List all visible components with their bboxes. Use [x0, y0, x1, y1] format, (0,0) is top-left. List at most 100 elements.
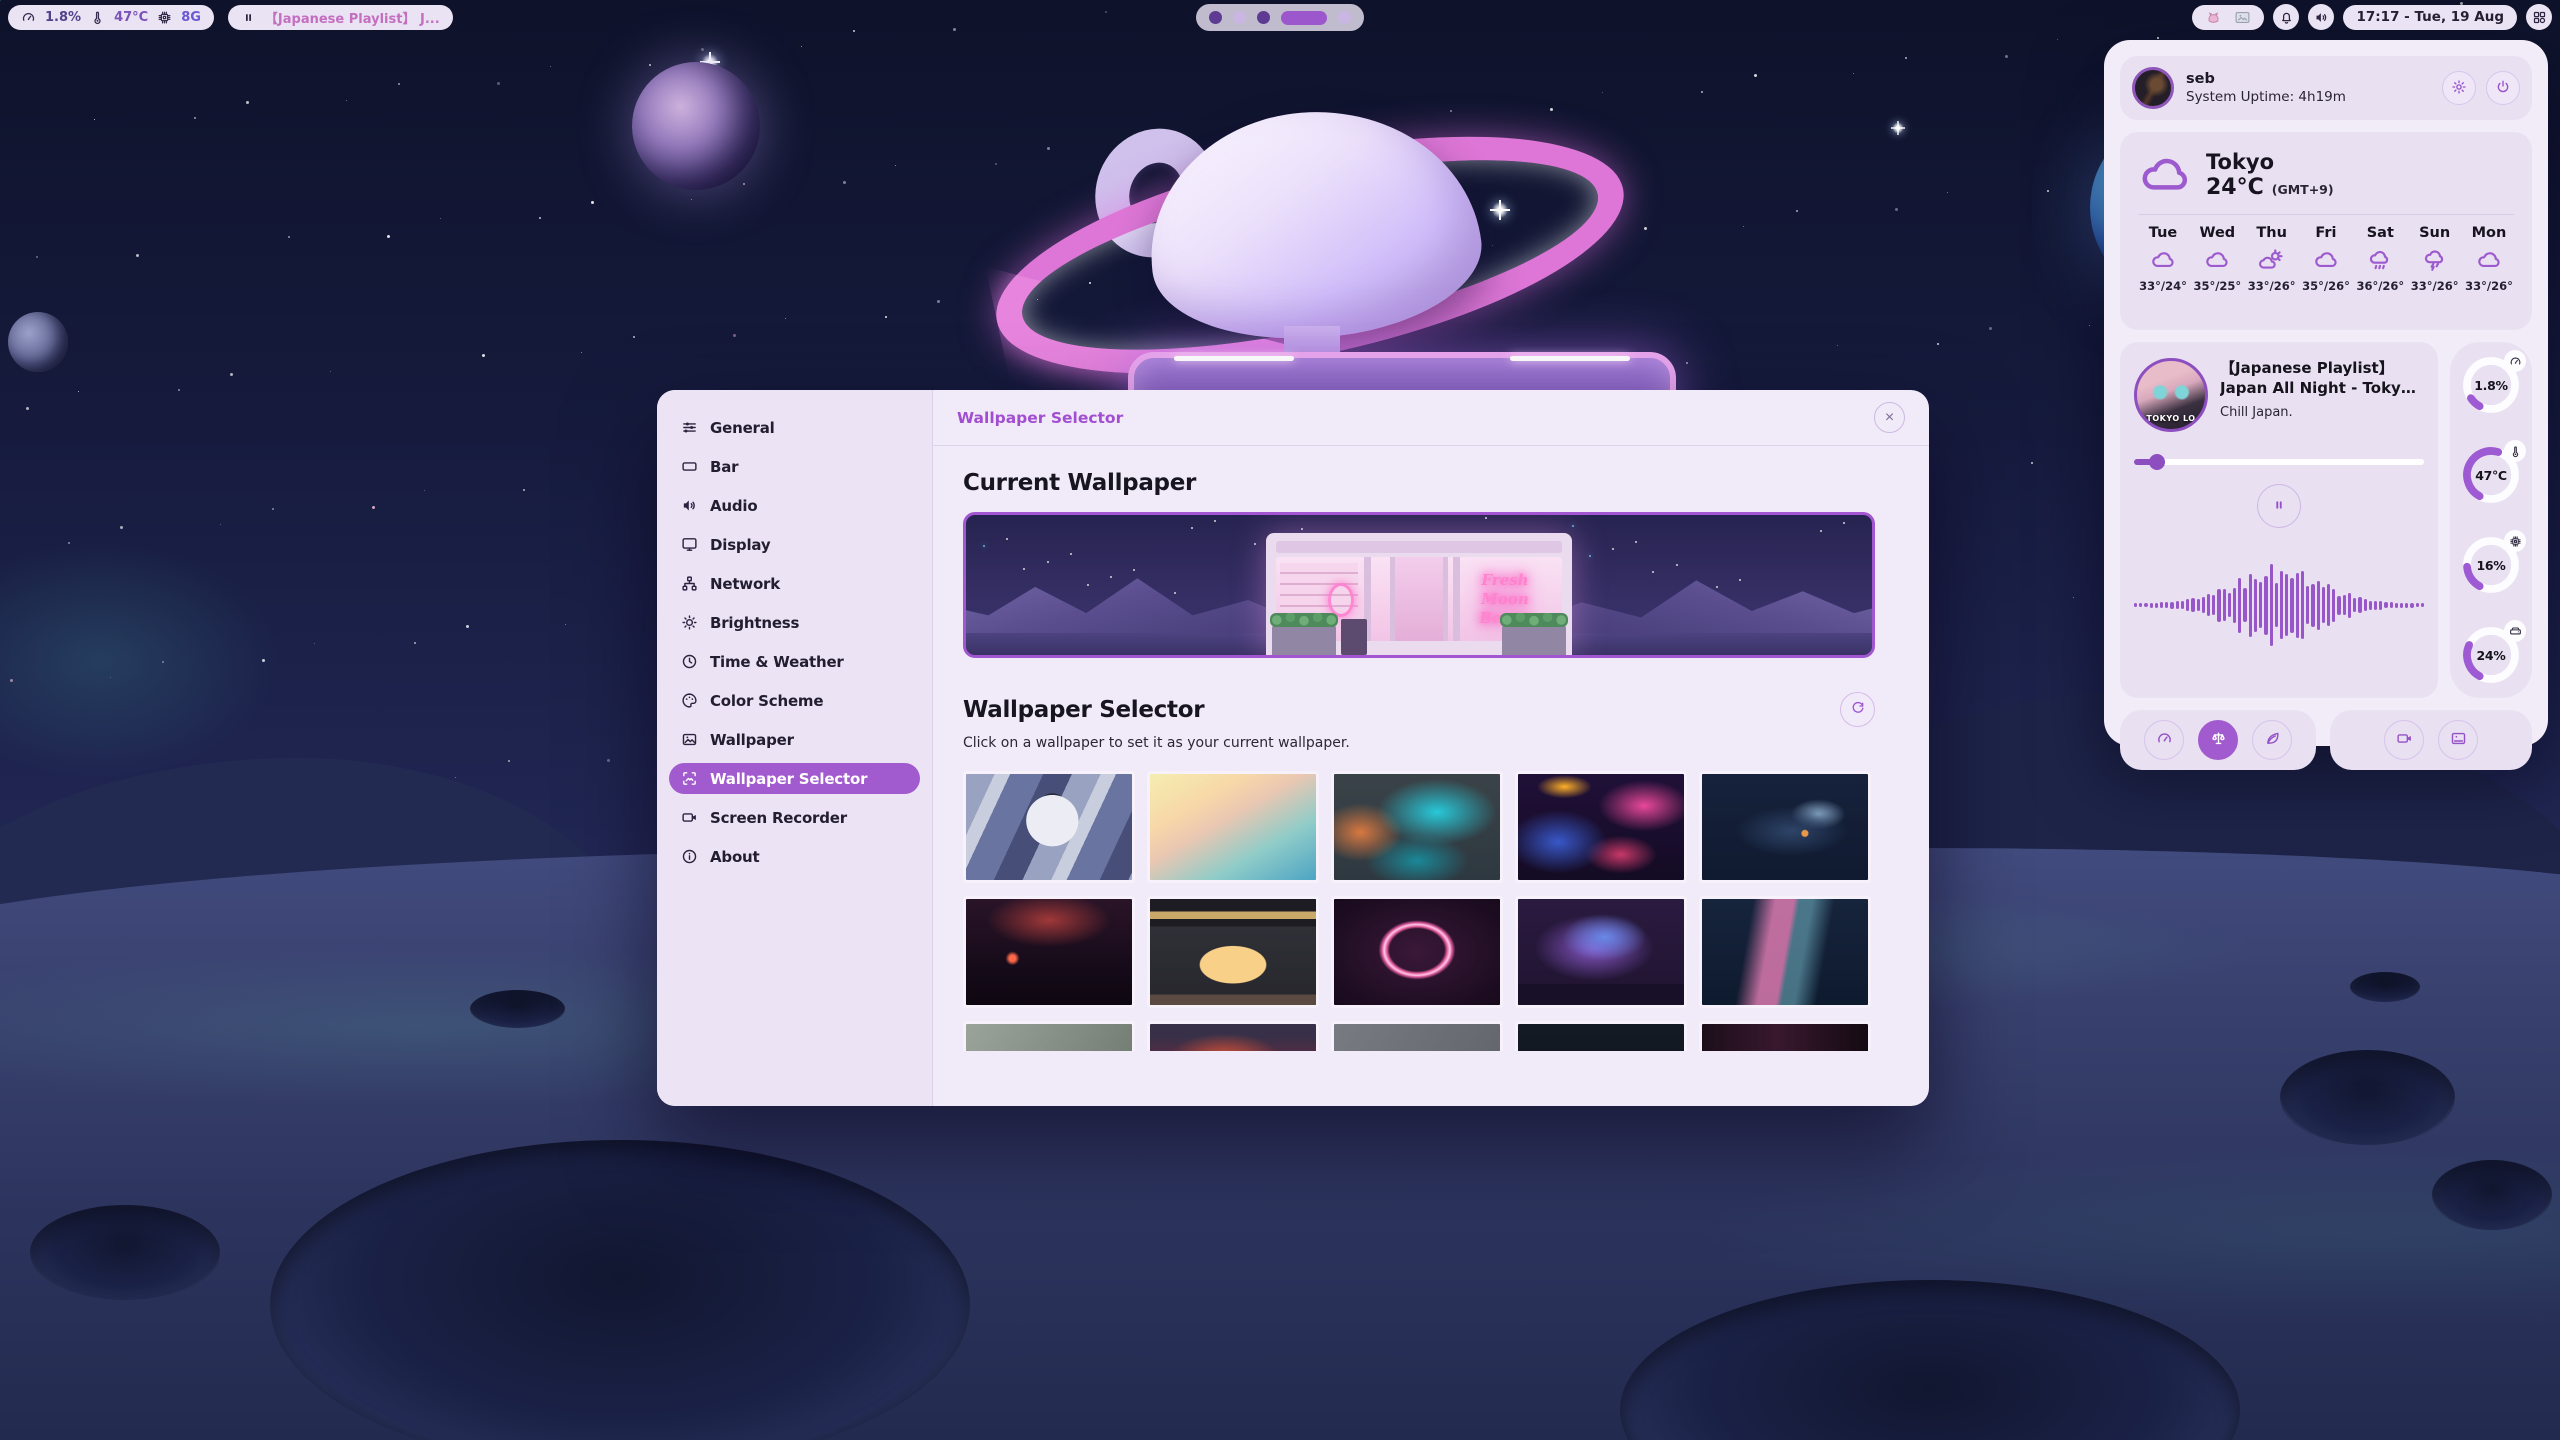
wallpaper-thumbnail-pink-ring-nebula[interactable] [1331, 896, 1503, 1008]
app-launcher-button[interactable] [2526, 4, 2552, 30]
slider-knob[interactable] [2149, 454, 2165, 470]
cpu-temp: 47°C [114, 10, 148, 25]
notifications-button[interactable] [2273, 4, 2299, 30]
sidebar-item-label: Bar [710, 458, 738, 476]
sidebar-item-screen-recorder[interactable]: Screen Recorder [669, 802, 920, 833]
media-player-card: TOKYO LO 【Japanese Playlist】 Japan All N… [2120, 342, 2438, 698]
wallpaper-thumbnail-coral-twilight[interactable] [1147, 1021, 1319, 1051]
scales-icon [2210, 730, 2227, 750]
volume-button[interactable] [2308, 4, 2334, 30]
workspace-indicator[interactable] [1196, 4, 1364, 31]
leaf-icon [2264, 730, 2281, 750]
wallpaper-thumbnail-purple-nebula-forest[interactable] [1515, 896, 1687, 1008]
wallpaper-thumbnail-lofi-coffee-shop[interactable] [1147, 896, 1319, 1008]
wallpaper-thumbnail-grey-minimal[interactable] [1331, 1021, 1503, 1051]
sidebar-item-general[interactable]: General [669, 412, 920, 443]
wallpaper-image [966, 774, 1132, 880]
crater [2350, 972, 2420, 1002]
settings-button[interactable] [2442, 71, 2476, 105]
cloud-icon [2204, 247, 2230, 273]
sidebar-item-time-weather[interactable]: Time & Weather [669, 646, 920, 677]
wallpaper-grid [963, 771, 1875, 1051]
tray-app-icon[interactable] [2205, 9, 2222, 26]
workspace-5-empty[interactable] [1338, 11, 1351, 24]
wallpaper-image [1702, 774, 1868, 880]
sidebar-item-label: Time & Weather [710, 653, 844, 671]
sidebar-item-wallpaper-selector[interactable]: Wallpaper Selector [669, 763, 920, 794]
cloud-icon [2313, 247, 2339, 273]
weather-forecast: Tue33°/24°Wed35°/25°Thu33°/26°Fri35°/26°… [2138, 225, 2514, 293]
tray-image-icon[interactable] [2234, 9, 2251, 26]
settings-window: General Bar Audio Display Network Brightness T… [657, 390, 1929, 1106]
workspace-4-active[interactable] [1281, 11, 1327, 25]
day-label: Sun [2419, 225, 2450, 241]
day-temps: 33°/26° [2465, 279, 2513, 293]
close-button[interactable]: × [1874, 402, 1905, 433]
system-uptime: System Uptime: 4h19m [2186, 89, 2346, 105]
weather-city: Tokyo [2206, 150, 2334, 174]
bar-icon [681, 458, 698, 475]
power-saver-button[interactable] [2252, 720, 2292, 760]
wallpaper-thumbnail-dark-magenta-gradient[interactable] [1699, 1021, 1871, 1051]
refresh-button[interactable] [1840, 692, 1875, 727]
video-icon [681, 809, 698, 826]
wallpaper-thumbnail-anime-girl-white-hair[interactable] [963, 771, 1135, 883]
display-icon [681, 536, 698, 553]
pause-button[interactable] [2257, 484, 2301, 528]
balanced-button[interactable] [2198, 720, 2238, 760]
wallpaper-thumbnail-snowy-night-village[interactable] [1699, 771, 1871, 883]
sidebar-item-label: Wallpaper Selector [710, 770, 867, 788]
wallpaper-thumbnail-neon-arcade-game-over[interactable] [1515, 771, 1687, 883]
current-wallpaper-heading: Current Wallpaper [963, 470, 1899, 496]
avatar [2132, 67, 2174, 109]
refresh-icon [1850, 700, 1866, 719]
current-wallpaper-preview: Fresh Moon Beans [963, 512, 1875, 658]
wallpaper-image [1150, 774, 1316, 880]
wallpaper-image [1702, 899, 1868, 1005]
wallpaper-thumbnail-dark-navy[interactable] [1515, 1021, 1687, 1051]
sidebar-item-about[interactable]: About [669, 841, 920, 872]
wallpaper-thumbnail-ember-forest-figure[interactable] [963, 896, 1135, 1008]
wallpaper-image [1334, 774, 1500, 880]
screen-recorder-button[interactable] [2384, 720, 2424, 760]
workspace-3-occupied[interactable] [1257, 11, 1270, 24]
cloud-icon [2476, 247, 2502, 273]
gallery-icon [681, 770, 698, 787]
wallpaper-thumbnail-teal-orange-blur[interactable] [1331, 771, 1503, 883]
wallpaper-image [1334, 1024, 1500, 1051]
info-icon [681, 848, 698, 865]
now-playing-pill[interactable]: 【Japanese Playlist】 J... [228, 5, 453, 30]
crater [30, 1205, 220, 1300]
sidebar-item-label: Screen Recorder [710, 809, 847, 827]
workspace-2-empty[interactable] [1233, 11, 1246, 24]
sparkle-star [1891, 121, 1905, 135]
clock-icon [681, 653, 698, 670]
clock-pill[interactable]: 17:17 - Tue, 19 Aug [2343, 5, 2517, 30]
wallpaper-thumbnail-sage-field[interactable] [963, 1021, 1135, 1051]
screenshot-button[interactable] [2438, 720, 2478, 760]
power-icon [2495, 79, 2511, 98]
speedometer-icon [2504, 350, 2526, 372]
crater [2280, 1050, 2455, 1145]
media-progress-slider[interactable] [2134, 454, 2424, 470]
sidebar-item-bar[interactable]: Bar [669, 451, 920, 482]
power-button[interactable] [2486, 71, 2520, 105]
wallpaper-thumbnail-pastel-sunset-gradient[interactable] [1147, 771, 1319, 883]
forecast-day-sun: Sun33°/26° [2410, 225, 2460, 293]
system-stats-pill[interactable]: 1.8% 47°C 8G [8, 5, 214, 30]
sidebar-item-brightness[interactable]: Brightness [669, 607, 920, 638]
sidebar-item-network[interactable]: Network [669, 568, 920, 599]
forecast-day-mon: Mon33°/26° [2464, 225, 2514, 293]
top-bar: 1.8% 47°C 8G 【Japanese Playlist】 J... 17… [0, 0, 2560, 34]
sidebar-item-color-scheme[interactable]: Color Scheme [669, 685, 920, 716]
chip-icon [2504, 530, 2526, 552]
performance-button[interactable] [2144, 720, 2184, 760]
wallpaper-thumbnail-particle-mesh-wave[interactable] [1699, 896, 1871, 1008]
sidebar-item-display[interactable]: Display [669, 529, 920, 560]
sidebar-item-audio[interactable]: Audio [669, 490, 920, 521]
control-panel: seb System Uptime: 4h19m Tokyo 24°C (GMT… [2104, 40, 2548, 746]
sidebar-item-wallpaper[interactable]: Wallpaper [669, 724, 920, 755]
image-icon [681, 731, 698, 748]
system-tray[interactable] [2192, 5, 2264, 30]
workspace-1-occupied[interactable] [1209, 11, 1222, 24]
